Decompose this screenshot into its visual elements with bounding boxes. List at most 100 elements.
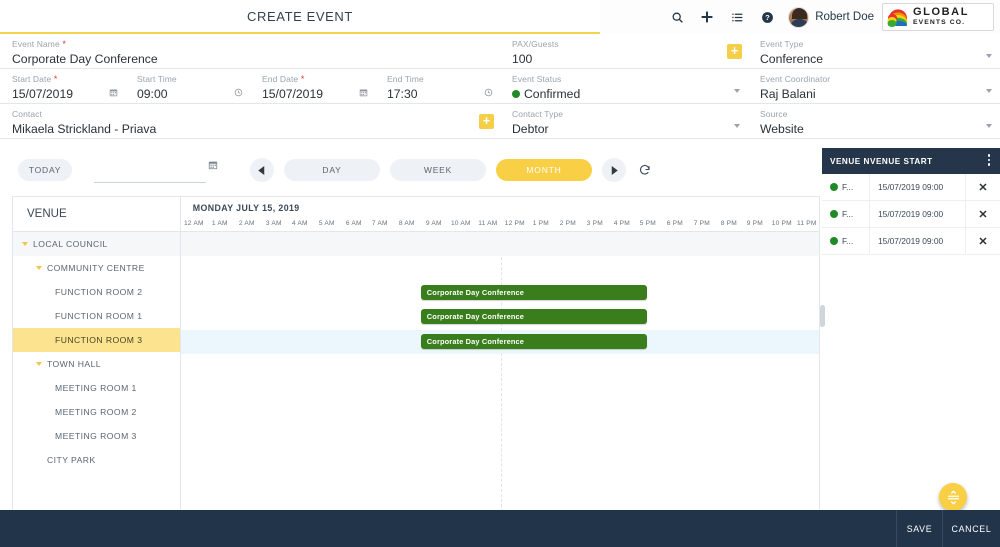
- svg-text:?: ?: [765, 13, 770, 22]
- label-event-status: Event Status: [512, 74, 740, 85]
- tree-node-community-centre[interactable]: COMMUNITY CENTRE: [13, 256, 180, 280]
- logo-line-2: EVENTS CO.: [913, 20, 969, 27]
- resize-calendar-button[interactable]: [939, 483, 967, 511]
- chevron-down-icon[interactable]: [734, 89, 740, 93]
- chevron-down-icon[interactable]: [986, 54, 992, 58]
- cancel-button[interactable]: CANCEL: [942, 510, 1000, 547]
- field-event-coordinator[interactable]: Event Coordinator Raj Balani: [748, 69, 1000, 104]
- calendar-row[interactable]: [181, 403, 819, 427]
- logo-line-1: GLOBAL: [913, 7, 969, 18]
- value-source: Website: [760, 121, 992, 137]
- clock-icon[interactable]: [484, 86, 493, 100]
- top-bar-actions: ? Robert Doe GLOBAL EVENTS CO.: [600, 0, 1000, 34]
- table-row[interactable]: F... 15/07/2019 09:00 ✕: [822, 201, 1000, 228]
- event-bar[interactable]: Corporate Day Conference: [421, 309, 647, 324]
- calendar-row[interactable]: [181, 427, 819, 451]
- kebab-menu-icon[interactable]: [988, 154, 991, 168]
- field-contact-type[interactable]: Contact Type Debtor: [500, 104, 748, 139]
- list-icon[interactable]: [722, 0, 752, 34]
- view-day-button[interactable]: DAY: [284, 159, 380, 181]
- tree-node-city-park[interactable]: CITY PARK: [13, 448, 180, 472]
- chevron-down-icon[interactable]: [36, 362, 42, 366]
- hour-tick: 6 PM: [667, 220, 683, 227]
- search-icon[interactable]: [662, 0, 692, 34]
- status-dot-icon: [830, 237, 838, 245]
- value-event-name: Corporate Day Conference: [12, 51, 492, 67]
- remove-row-button[interactable]: ✕: [966, 181, 1000, 194]
- chevron-down-icon[interactable]: [986, 124, 992, 128]
- tree-node-function-room-3[interactable]: FUNCTION ROOM 3: [13, 328, 180, 352]
- calendar-row[interactable]: [181, 476, 819, 500]
- chevron-down-icon[interactable]: [22, 242, 28, 246]
- event-bar[interactable]: Corporate Day Conference: [421, 285, 647, 300]
- hour-tick: 7 AM: [372, 220, 388, 227]
- view-week-button[interactable]: WEEK: [390, 159, 486, 181]
- table-row[interactable]: F... 15/07/2019 09:00 ✕: [822, 174, 1000, 201]
- tree-node-function-room-1[interactable]: FUNCTION ROOM 1: [13, 304, 180, 328]
- venue-start-cell: 15/07/2019 09:00: [870, 201, 966, 228]
- prev-period-button[interactable]: [250, 158, 274, 182]
- add-pax-button[interactable]: +: [727, 44, 742, 59]
- required-marker: *: [51, 74, 57, 84]
- calendar-icon[interactable]: [109, 86, 118, 100]
- remove-row-button[interactable]: ✕: [966, 235, 1000, 248]
- event-form: Event Name * Corporate Day Conference PA…: [0, 34, 1000, 144]
- calendar-row[interactable]: [181, 256, 819, 280]
- field-event-name[interactable]: Event Name * Corporate Day Conference: [0, 34, 500, 69]
- calendar-date-header: MONDAY JULY 15, 2019: [181, 197, 819, 219]
- help-icon[interactable]: ?: [752, 0, 782, 34]
- plus-icon[interactable]: [692, 0, 722, 34]
- hour-tick: 6 AM: [346, 220, 362, 227]
- tree-node-meeting-room-1[interactable]: MEETING ROOM 1: [13, 376, 180, 400]
- save-button[interactable]: SAVE: [896, 510, 942, 547]
- hour-tick: 3 PM: [587, 220, 603, 227]
- hour-tick: 11 AM: [478, 220, 497, 227]
- field-event-status[interactable]: Event Status Confirmed: [500, 69, 748, 104]
- field-end-date[interactable]: End Date * 15/07/2019: [250, 69, 375, 104]
- clock-icon[interactable]: [234, 86, 243, 100]
- field-event-type[interactable]: Event Type Conference: [748, 34, 1000, 69]
- calendar-icon[interactable]: [359, 86, 368, 100]
- avatar[interactable]: [788, 7, 809, 28]
- calendar-row[interactable]: [181, 452, 819, 476]
- field-end-time[interactable]: End Time 17:30: [375, 69, 500, 104]
- hour-tick: 7 PM: [694, 220, 710, 227]
- today-button[interactable]: TODAY: [18, 159, 72, 181]
- date-picker-input[interactable]: [94, 157, 206, 183]
- calendar-row[interactable]: [181, 354, 819, 378]
- field-start-date[interactable]: Start Date * 15/07/2019: [0, 69, 125, 104]
- tree-node-meeting-room-2[interactable]: MEETING ROOM 2: [13, 400, 180, 424]
- chevron-down-icon[interactable]: [986, 89, 992, 93]
- refresh-button[interactable]: [632, 157, 658, 183]
- tree-node-label: COMMUNITY CENTRE: [47, 263, 145, 273]
- scrollbar-thumb[interactable]: [820, 305, 825, 327]
- calendar-icon[interactable]: [208, 159, 218, 173]
- field-start-time[interactable]: Start Time 09:00: [125, 69, 250, 104]
- tree-node-meeting-room-3[interactable]: MEETING ROOM 3: [13, 424, 180, 448]
- next-period-button[interactable]: [602, 158, 626, 182]
- column-header-venue-start: VENUE START: [870, 157, 1000, 166]
- field-contact[interactable]: Contact Mikaela Strickland - Priava +: [0, 104, 500, 139]
- tree-node-function-room-2[interactable]: FUNCTION ROOM 2: [13, 280, 180, 304]
- calendar-row[interactable]: [181, 232, 819, 256]
- table-row[interactable]: F... 15/07/2019 09:00 ✕: [822, 228, 1000, 255]
- tree-node-town-hall[interactable]: TOWN HALL: [13, 352, 180, 376]
- value-event-status: Confirmed: [512, 86, 740, 102]
- view-month-button[interactable]: MONTH: [496, 159, 592, 181]
- add-contact-button[interactable]: +: [479, 114, 494, 129]
- tree-node-local-council[interactable]: LOCAL COUNCIL: [13, 232, 180, 256]
- chevron-down-icon[interactable]: [36, 266, 42, 270]
- tree-node-label: MEETING ROOM 3: [55, 431, 137, 441]
- remove-row-button[interactable]: ✕: [966, 208, 1000, 221]
- chevron-down-icon[interactable]: [734, 124, 740, 128]
- calendar-row[interactable]: [181, 378, 819, 402]
- field-source[interactable]: Source Website: [748, 104, 1000, 139]
- venue-tree: LOCAL COUNCIL COMMUNITY CENTRE FUNCTION …: [13, 232, 180, 472]
- calendar-panel: VENUE LOCAL COUNCIL COMMUNITY CENTRE FUN…: [12, 196, 820, 512]
- hour-tick: 9 PM: [747, 220, 763, 227]
- event-bar[interactable]: Corporate Day Conference: [421, 334, 647, 349]
- label-start-time: Start Time: [137, 74, 242, 85]
- field-pax-guests[interactable]: PAX/Guests 100 +: [500, 34, 748, 69]
- status-dot-icon: [512, 90, 520, 98]
- page-title: CREATE EVENT: [247, 9, 353, 24]
